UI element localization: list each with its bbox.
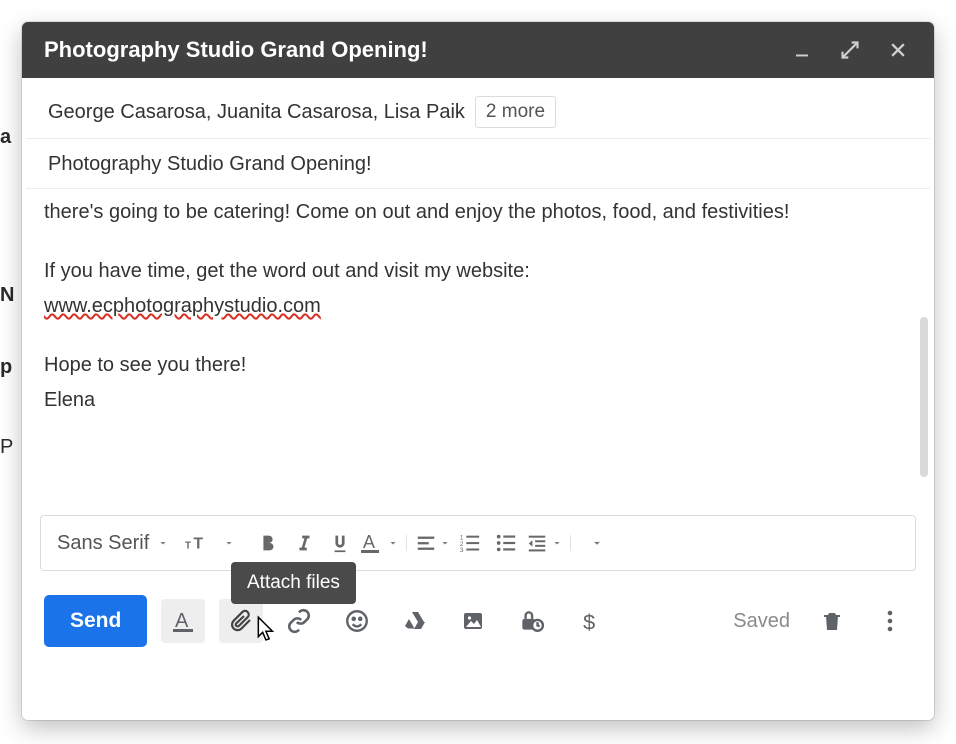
minimize-button[interactable] (788, 41, 816, 59)
recipients-text: George Casarosa, Juanita Casarosa, Lisa … (48, 101, 465, 124)
message-body[interactable]: there's going to be catering! Come on ou… (22, 189, 934, 509)
request-money-button[interactable]: $ (567, 599, 611, 643)
attach-files-button[interactable] (219, 599, 263, 643)
insert-photo-button[interactable] (451, 599, 495, 643)
numbered-list-button[interactable]: 123 (453, 523, 487, 563)
confidential-mode-button[interactable] (509, 599, 553, 643)
more-formatting-button[interactable] (579, 523, 613, 563)
compose-title: Photography Studio Grand Opening! (44, 37, 788, 63)
insert-link-button[interactable] (277, 599, 321, 643)
scrollbar[interactable] (920, 317, 928, 477)
compose-window: Photography Studio Grand Opening! George… (22, 22, 934, 720)
subject-text: Photography Studio Grand Opening! (48, 153, 372, 175)
saved-indicator: Saved (733, 610, 790, 633)
bg-letter: P (0, 436, 13, 459)
font-family-picker[interactable]: Sans Serif (51, 532, 175, 555)
insert-drive-button[interactable] (393, 599, 437, 643)
more-options-button[interactable] (868, 599, 912, 643)
bullet-list-button[interactable] (489, 523, 523, 563)
formatting-toolbar: Sans Serif TT A 123 (40, 515, 916, 571)
attach-tooltip: Attach files (231, 562, 356, 604)
compose-action-bar: Send A $ Saved (22, 571, 934, 653)
bg-letter: a (0, 126, 11, 149)
bg-letter: N (0, 284, 14, 307)
align-button[interactable] (415, 523, 451, 563)
close-button[interactable] (884, 40, 912, 60)
recipients-row[interactable]: George Casarosa, Juanita Casarosa, Lisa … (26, 78, 930, 139)
formatting-toggle-button[interactable]: A (161, 599, 205, 643)
body-paragraph: there's going to be catering! Come on ou… (44, 197, 912, 228)
bold-button[interactable] (251, 523, 285, 563)
bg-letter: p (0, 356, 12, 379)
body-paragraph: If you have time, get the word out and v… (44, 256, 912, 287)
svg-text:T: T (185, 541, 191, 552)
insert-emoji-button[interactable] (335, 599, 379, 643)
svg-text:$: $ (584, 609, 596, 634)
body-signature: Elena (44, 385, 912, 416)
italic-button[interactable] (287, 523, 321, 563)
font-family-label: Sans Serif (57, 532, 153, 555)
indent-button[interactable] (525, 523, 563, 563)
send-button[interactable]: Send (44, 595, 147, 647)
compose-titlebar: Photography Studio Grand Opening! (22, 22, 934, 78)
svg-text:3: 3 (460, 547, 464, 554)
more-recipients-chip[interactable]: 2 more (475, 96, 556, 128)
text-color-button[interactable]: A (359, 523, 399, 563)
svg-text:A: A (175, 610, 189, 632)
svg-text:A: A (363, 532, 375, 552)
font-size-picker[interactable]: TT (179, 531, 241, 555)
svg-text:T: T (194, 536, 204, 553)
subject-row[interactable]: Photography Studio Grand Opening! (26, 139, 930, 189)
underline-button[interactable] (323, 523, 357, 563)
body-link[interactable]: www.ecphotographystudio.com (44, 295, 321, 317)
body-paragraph: Hope to see you there! (44, 350, 912, 381)
fullscreen-button[interactable] (836, 40, 864, 60)
discard-draft-button[interactable] (810, 599, 854, 643)
